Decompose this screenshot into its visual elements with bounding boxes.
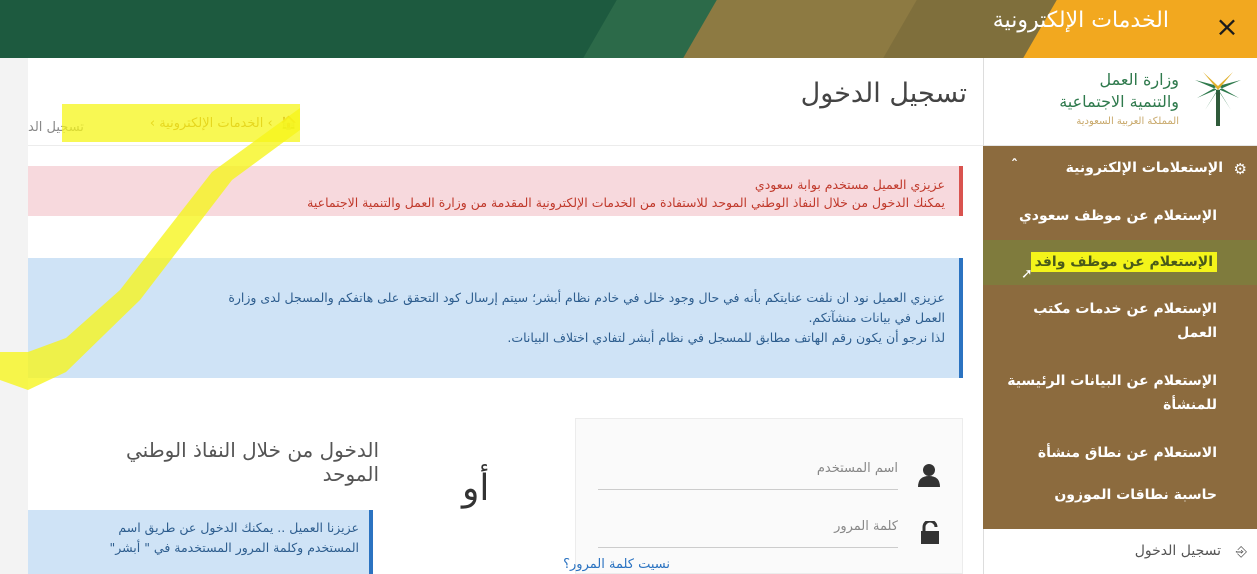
chevron-up-icon: ˆ bbox=[1011, 158, 1018, 174]
forgot-password-link[interactable]: نسيت كلمة المرور؟ bbox=[563, 557, 670, 572]
nafath-info-line: المستخدم وكلمة المرور المستخدمة في " أبش… bbox=[109, 540, 359, 555]
sign-in-icon: ⎆ bbox=[1235, 544, 1247, 560]
nafath-panel: الدخول من خلال النفاذ الوطني الموحد عزيز… bbox=[28, 418, 393, 574]
password-field[interactable]: كلمة المرور bbox=[574, 505, 962, 555]
menu-section-header[interactable]: ⚙ الإستعلامات الإلكترونية ˆ bbox=[983, 146, 1257, 192]
breadcrumb-separator: › bbox=[149, 116, 156, 131]
or-separator: أو bbox=[462, 468, 490, 509]
input-underline bbox=[598, 547, 898, 548]
nafath-title[interactable]: الدخول من خلال النفاذ الوطني الموحد bbox=[126, 438, 379, 486]
close-icon[interactable]: × bbox=[1211, 11, 1243, 43]
sidebar-item-label: الإستعلام عن موظف وافد bbox=[1030, 252, 1217, 272]
user-icon bbox=[918, 463, 940, 493]
login-form: اسم المستخدم كلمة المرور نسيت كلمة المرو… bbox=[563, 418, 963, 574]
alert-line: العمل في بيانات منشآتكم. bbox=[808, 310, 945, 325]
sidebar-item-label: الإستعلام عن خدمات مكتب العمل bbox=[1033, 301, 1217, 341]
alert-line: يمكنك الدخول من خلال النفاذ الوطني الموح… bbox=[307, 195, 945, 210]
alert-line: عزيزي العميل نود ان نلفت عنايتكم بأنه في… bbox=[228, 290, 945, 305]
nafath-title-line: الموحد bbox=[322, 462, 379, 486]
sidebar-item-label: الإستعلام عن البيانات الرئيسية للمنشأة bbox=[1007, 373, 1217, 413]
mouse-cursor-icon: ➚ bbox=[1021, 266, 1033, 282]
menu-section-label: الإستعلامات الإلكترونية bbox=[1065, 160, 1223, 176]
logo-text: وزارة العمل bbox=[1099, 70, 1180, 89]
alert-danger: عزيزي العميل مستخدم بوابة سعودي يمكنك ال… bbox=[28, 166, 963, 216]
alert-line: لذا نرجو أن يكون رقم الهاتف مطابق للمسجل… bbox=[507, 330, 945, 345]
sidebar-item-label: حاسبة نطاقات الموزون bbox=[1054, 487, 1217, 503]
nafath-info-line: عزيزنا العميل .. يمكنك الدخول عن طريق اس… bbox=[118, 520, 359, 535]
home-icon[interactable]: 🏠 bbox=[281, 116, 297, 131]
alert-line: عزيزي العميل مستخدم بوابة سعودي bbox=[754, 177, 945, 192]
palm-logo-icon bbox=[1195, 72, 1241, 126]
username-field[interactable]: اسم المستخدم bbox=[574, 447, 962, 497]
sidebar-item-establishment-range[interactable]: الاستعلام عن نطاق منشأة bbox=[983, 431, 1257, 477]
sidebar-login-link[interactable]: ⎆ تسجيل الدخول bbox=[983, 533, 1257, 573]
divider bbox=[28, 145, 983, 146]
main-panel: تسجيل الدخول 🏠 › الخدمات الإلكترونية › ت… bbox=[28, 58, 983, 574]
sidebar-item-establishment-data[interactable]: الإستعلام عن البيانات الرئيسية للمنشأة bbox=[983, 359, 1257, 431]
input-underline bbox=[598, 489, 898, 490]
sidebar-item-nitaqat-calculator[interactable]: حاسبة نطاقات الموزون bbox=[983, 477, 1257, 523]
top-banner: الخدمات الإلكترونية × bbox=[0, 0, 1257, 58]
username-label: اسم المستخدم bbox=[816, 461, 898, 476]
nafath-title-line: الدخول من خلال النفاذ الوطني bbox=[126, 438, 379, 462]
breadcrumb: 🏠 › الخدمات الإلكترونية › bbox=[150, 116, 297, 131]
banner-title: الخدمات الإلكترونية bbox=[992, 8, 1169, 33]
alert-info: عزيزي العميل نود ان نلفت عنايتكم بأنه في… bbox=[28, 258, 963, 378]
sidebar-item-expat-employee[interactable]: الإستعلام عن موظف وافد ➚ bbox=[983, 240, 1257, 285]
lock-icon bbox=[920, 519, 940, 551]
password-label: كلمة المرور bbox=[834, 519, 898, 534]
breadcrumb-item[interactable]: الخدمات الإلكترونية bbox=[159, 116, 263, 131]
sidebar-item-label: الاستعلام عن نطاق منشأة bbox=[1037, 445, 1217, 461]
page-title: تسجيل الدخول bbox=[800, 78, 967, 109]
ministry-logo[interactable]: وزارة العمل والتنمية الاجتماعية المملكة … bbox=[984, 58, 1257, 146]
sidebar-item-labor-office[interactable]: الإستعلام عن خدمات مكتب العمل bbox=[983, 285, 1257, 359]
sidebar-item-label: الإستعلام عن موظف سعودي bbox=[1018, 208, 1217, 224]
nafath-info: عزيزنا العميل .. يمكنك الدخول عن طريق اس… bbox=[28, 510, 373, 574]
breadcrumb-separator: › bbox=[263, 116, 273, 131]
logo-text: المملكة العربية السعودية bbox=[1076, 116, 1179, 127]
sidebar-item-saudi-employee[interactable]: الإستعلام عن موظف سعودي bbox=[983, 192, 1257, 240]
sidebar-menu: ⚙ الإستعلامات الإلكترونية ˆ الإستعلام عن… bbox=[983, 146, 1257, 529]
sidebar-login-label: تسجيل الدخول bbox=[1134, 543, 1221, 559]
sidebar: وزارة العمل والتنمية الاجتماعية المملكة … bbox=[983, 58, 1257, 574]
logo-text: والتنمية الاجتماعية bbox=[1059, 92, 1179, 111]
gears-icon: ⚙ bbox=[1233, 160, 1247, 178]
breadcrumb-current: تسجيل الد bbox=[28, 120, 84, 135]
